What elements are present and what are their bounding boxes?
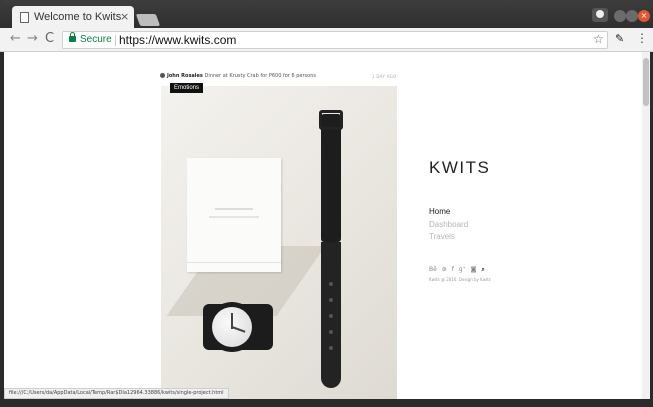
user-icon [596, 10, 604, 18]
close-window-button[interactable]: × [638, 10, 650, 22]
instagram-icon[interactable]: ◙ [471, 266, 477, 273]
copyright-text: Kwits @ 2016. Design by Kwits [429, 277, 491, 282]
watch-face [207, 302, 257, 352]
behance-icon[interactable]: Bē [429, 266, 437, 273]
post-image[interactable] [161, 86, 397, 399]
page-scrollbar[interactable] [642, 52, 650, 399]
search-icon[interactable]: ⌕ [481, 266, 484, 273]
extension-icon[interactable]: ✎ [615, 32, 624, 45]
strap-hole [329, 282, 333, 286]
site-nav: Home Dashboard Travels [429, 206, 468, 244]
status-bar: file:///C:/Users/da/AppData/Local/Temp/R… [4, 388, 229, 399]
watch-buckle [319, 110, 343, 130]
title-bar: Welcome to Kwits × × [0, 0, 653, 30]
maximize-button[interactable] [626, 10, 638, 22]
dribbble-icon[interactable]: ⊛ [442, 266, 447, 273]
address-bar[interactable]: Secure https://www.kwits.com ☆ [62, 31, 608, 49]
tab-close-icon[interactable]: × [120, 10, 129, 23]
post-title[interactable]: Dinner at Krusty Crab for P600 for 6 per… [204, 73, 316, 79]
post-date: 1 DAY AGO [372, 74, 397, 79]
browser-toolbar: ← → C Secure https://www.kwits.com ☆ ✎ ⋮ [0, 28, 653, 52]
divider [115, 35, 116, 46]
reload-button[interactable]: C [45, 31, 54, 46]
browser-tab[interactable]: Welcome to Kwits × [12, 6, 134, 30]
back-button[interactable]: ← [10, 31, 21, 46]
bookmark-star-icon[interactable]: ☆ [593, 32, 604, 46]
site-logo[interactable]: KWITS [429, 158, 490, 178]
lock-icon [69, 32, 76, 42]
strap-hole [329, 298, 333, 302]
strap-hole [329, 314, 333, 318]
tab-title: Welcome to Kwits [34, 11, 122, 23]
social-links: Bē ⊛ f g⁺ ◙ ⌕ [429, 266, 488, 274]
forward-button[interactable]: → [27, 31, 38, 46]
minimize-button[interactable] [614, 10, 626, 22]
new-tab-button[interactable] [135, 14, 161, 26]
category-tag[interactable]: Emotions [170, 83, 204, 93]
post-author[interactable]: John Rosales [167, 73, 203, 79]
browser-window: Welcome to Kwits × × ← → C Secure https:… [0, 0, 653, 407]
strap-hole [329, 330, 333, 334]
secure-label[interactable]: Secure [80, 34, 112, 45]
box-lid-line [187, 262, 281, 263]
nav-home[interactable]: Home [429, 206, 468, 219]
strap-hole [329, 346, 333, 350]
avatar-icon [160, 73, 165, 78]
box-print [215, 208, 253, 210]
browser-menu-button[interactable]: ⋮ [636, 31, 648, 45]
watch-strap [321, 242, 341, 388]
nav-travels[interactable]: Travels [429, 231, 468, 244]
page-icon [20, 12, 29, 23]
google-plus-icon[interactable]: g⁺ [459, 266, 466, 273]
watch-strap [321, 114, 341, 242]
nav-dashboard[interactable]: Dashboard [429, 219, 468, 232]
page-viewport: John Rosales Dinner at Krusty Crab for P… [4, 52, 642, 399]
facebook-icon[interactable]: f [452, 266, 454, 273]
box-print [209, 216, 259, 218]
url-text[interactable]: https://www.kwits.com [119, 33, 236, 47]
scrollbar-thumb[interactable] [643, 58, 649, 106]
post-meta: John Rosales Dinner at Krusty Crab for P… [160, 73, 316, 79]
watch-box [187, 158, 281, 272]
watch-hand [231, 326, 246, 333]
profile-button[interactable] [592, 8, 608, 22]
watch-dial [212, 307, 252, 347]
